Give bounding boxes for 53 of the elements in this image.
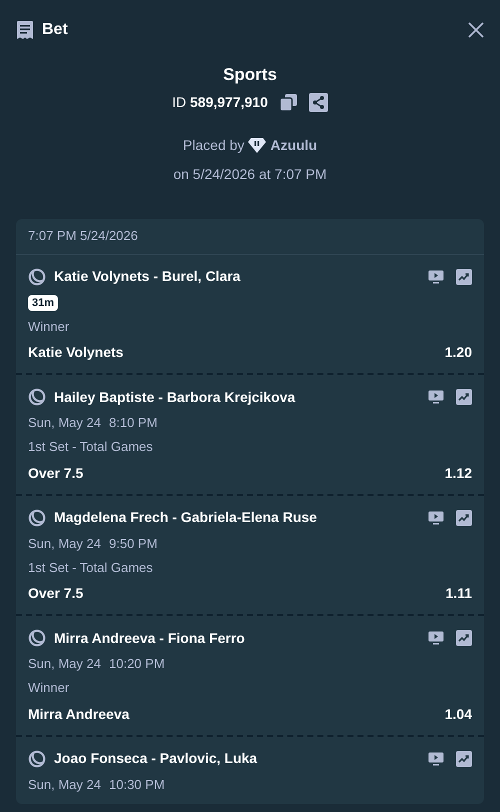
selection-name: Over 7.5 bbox=[28, 464, 84, 482]
bet-id: ID 589,977,910 bbox=[172, 92, 268, 112]
market-name: 1st Set - Total Games bbox=[28, 558, 154, 576]
tv-play-icon[interactable] bbox=[428, 270, 444, 284]
odds-value: 1.20 bbox=[444, 343, 472, 362]
trend-chart-icon[interactable] bbox=[456, 750, 472, 766]
event-name[interactable]: Hailey Baptiste - Barbora Krejcikova bbox=[54, 386, 296, 408]
close-button[interactable] bbox=[468, 22, 484, 38]
trend-chart-icon[interactable] bbox=[456, 268, 472, 284]
event-date: Sun, May 24 bbox=[28, 534, 101, 553]
selection-name: Katie Volynets bbox=[28, 343, 124, 362]
market-name: Winner bbox=[28, 679, 70, 697]
tennis-ball-icon bbox=[28, 508, 46, 526]
trend-chart-icon[interactable] bbox=[456, 630, 472, 646]
event-time: 9:50 PM bbox=[109, 534, 158, 553]
odds-value: 1.12 bbox=[444, 464, 472, 482]
event-date: Sun, May 24 bbox=[28, 655, 101, 674]
market-name: Winner bbox=[28, 318, 70, 336]
event-time: 10:20 PM bbox=[109, 655, 165, 674]
tv-play-icon[interactable] bbox=[428, 390, 444, 404]
dialog-title: Bet bbox=[42, 20, 68, 40]
tv-play-icon[interactable] bbox=[428, 752, 444, 766]
tv-play-icon[interactable] bbox=[428, 510, 444, 524]
placed-date: on 5/24/2026 at 7:07 PM bbox=[173, 164, 327, 184]
event-time: 10:30 PM bbox=[109, 776, 165, 794]
trend-chart-icon[interactable] bbox=[456, 510, 472, 526]
event-time: 8:10 PM bbox=[109, 414, 158, 432]
receipt-icon bbox=[16, 20, 34, 40]
odds-value: 1.04 bbox=[444, 704, 472, 724]
tennis-ball-icon bbox=[28, 268, 46, 286]
odds-value: 1.11 bbox=[446, 584, 472, 603]
event-name[interactable]: Katie Volynets - Burel, Clara bbox=[54, 266, 240, 287]
card-timestamp: 7:07 PM 5/24/2026 bbox=[28, 227, 138, 246]
event-name[interactable]: Magdelena Frech - Gabriela-Elena Ruse bbox=[54, 507, 317, 528]
event-date: Sun, May 24 bbox=[28, 414, 101, 432]
username-link[interactable]: Azuulu bbox=[270, 134, 318, 156]
tennis-ball-icon bbox=[28, 629, 46, 647]
tennis-ball-icon bbox=[28, 750, 46, 768]
tv-play-icon[interactable] bbox=[428, 631, 444, 645]
market-name: 1st Set - Total Games bbox=[28, 438, 154, 456]
copy-icon[interactable] bbox=[280, 94, 297, 110]
event-name[interactable]: Mirra Andreeva - Fiona Ferro bbox=[54, 628, 245, 648]
selection-name: Mirra Andreeva bbox=[28, 704, 130, 724]
placed-by-label: Placed by bbox=[182, 136, 244, 155]
selection-name: Over 7.5 bbox=[28, 584, 84, 603]
bet-category: Sports bbox=[223, 64, 277, 86]
event-name[interactable]: Joao Fonseca - Pavlovic, Luka bbox=[54, 748, 258, 769]
trend-chart-icon[interactable] bbox=[456, 389, 472, 405]
share-icon[interactable] bbox=[308, 92, 328, 112]
event-date: Sun, May 24 bbox=[28, 776, 101, 794]
tennis-ball-icon bbox=[28, 388, 46, 406]
live-time-badge: 31m bbox=[28, 294, 58, 310]
diamond-icon bbox=[248, 137, 266, 153]
